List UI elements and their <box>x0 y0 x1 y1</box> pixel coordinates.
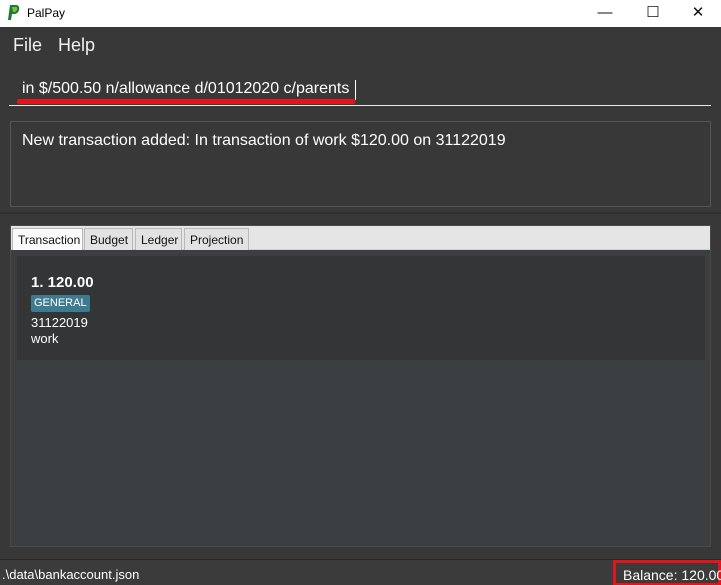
category-tag: GENERAL <box>31 295 90 312</box>
transaction-description: work <box>31 331 59 346</box>
menu-help[interactable]: Help <box>58 35 95 56</box>
transaction-amount: 1. 120.00 <box>31 274 94 291</box>
menu-file[interactable]: File <box>13 35 42 56</box>
title-bar: PalPay — ☐ ✕ <box>0 0 721 27</box>
file-path: .\data\bankaccount.json <box>2 567 140 582</box>
tab-bar: Transaction Budget Ledger Projection <box>11 226 710 250</box>
text-caret <box>355 80 356 100</box>
status-bar: .\data\bankaccount.json Balance: 120.00 <box>0 559 721 585</box>
close-button[interactable]: ✕ <box>675 0 721 27</box>
command-area: in $/500.50 n/allowance d/01012020 c/par… <box>0 61 721 112</box>
tab-ledger[interactable]: Ledger <box>135 228 182 250</box>
window-title: PalPay <box>27 6 66 20</box>
result-message: New transaction added: In transaction of… <box>22 132 506 149</box>
command-highlight-underline <box>17 99 355 104</box>
divider <box>0 212 721 214</box>
result-display: New transaction added: In transaction of… <box>10 121 711 207</box>
palpay-logo-icon <box>8 5 20 20</box>
tab-panel: Transaction Budget Ledger Projection 1. … <box>10 225 711 547</box>
menu-bar: File Help <box>0 27 721 61</box>
minimize-button[interactable]: — <box>582 0 628 27</box>
balance-display: Balance: 120.00 <box>623 567 721 583</box>
tab-projection[interactable]: Projection <box>184 228 249 250</box>
tab-transaction[interactable]: Transaction <box>12 228 83 250</box>
transaction-card[interactable]: 1. 120.00 GENERAL 31122019 work <box>17 256 705 360</box>
maximize-button[interactable]: ☐ <box>630 0 676 27</box>
tab-budget[interactable]: Budget <box>84 228 133 250</box>
transaction-date: 31122019 <box>31 315 88 330</box>
